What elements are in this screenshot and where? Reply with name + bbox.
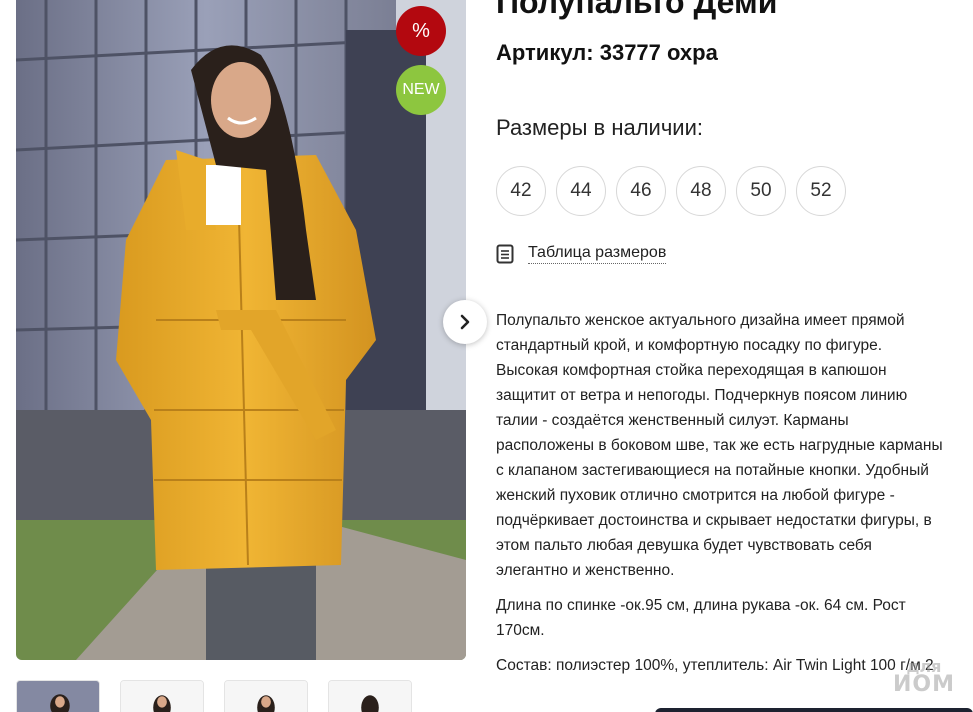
description-paragraph: Длина по спинке -ок.95 см, длина рукава … — [496, 597, 906, 639]
size-table-label: Таблица размеров — [528, 243, 667, 264]
thumbnail-2[interactable] — [120, 680, 204, 712]
new-badge-label: NEW — [402, 81, 440, 98]
size-table-link[interactable]: Таблица размеров — [496, 243, 667, 264]
size-option[interactable]: 50 — [736, 166, 786, 216]
chevron-right-icon — [460, 314, 470, 330]
size-option[interactable]: 48 — [676, 166, 726, 216]
description-paragraph: Состав: полиэстер 100%, утеплитель: Air … — [496, 657, 934, 674]
description-paragraph: Полупальто женское актуального дизайна и… — [496, 312, 943, 579]
size-option[interactable]: 44 — [556, 166, 606, 216]
new-badge: NEW — [396, 65, 446, 115]
product-title: Полупальто Деми — [496, 0, 778, 20]
document-icon — [496, 244, 514, 263]
sizes-heading: Размеры в наличии: — [496, 115, 704, 140]
article-number: Артикул: 33777 охра — [496, 40, 718, 66]
thumbnail-strip — [16, 680, 412, 712]
size-option[interactable]: 42 — [496, 166, 546, 216]
article-value: 33777 охра — [599, 40, 718, 65]
watermark-logo: для ИОМ — [882, 658, 966, 702]
thumbnail-4[interactable] — [328, 680, 412, 712]
bottom-bar — [655, 708, 973, 712]
thumbnail-1[interactable] — [16, 680, 100, 712]
sale-badge-label: % — [412, 19, 430, 42]
size-option[interactable]: 46 — [616, 166, 666, 216]
sale-badge: % — [396, 6, 446, 56]
article-label: Артикул: — [496, 40, 594, 65]
size-selector: 42 44 46 48 50 52 — [496, 166, 846, 216]
watermark-line-2: ИОМ — [892, 672, 955, 697]
thumbnail-3[interactable] — [224, 680, 308, 712]
gallery-next-button[interactable] — [443, 300, 487, 344]
size-option[interactable]: 52 — [796, 166, 846, 216]
product-description: Полупальто женское актуального дизайна и… — [496, 308, 946, 688]
